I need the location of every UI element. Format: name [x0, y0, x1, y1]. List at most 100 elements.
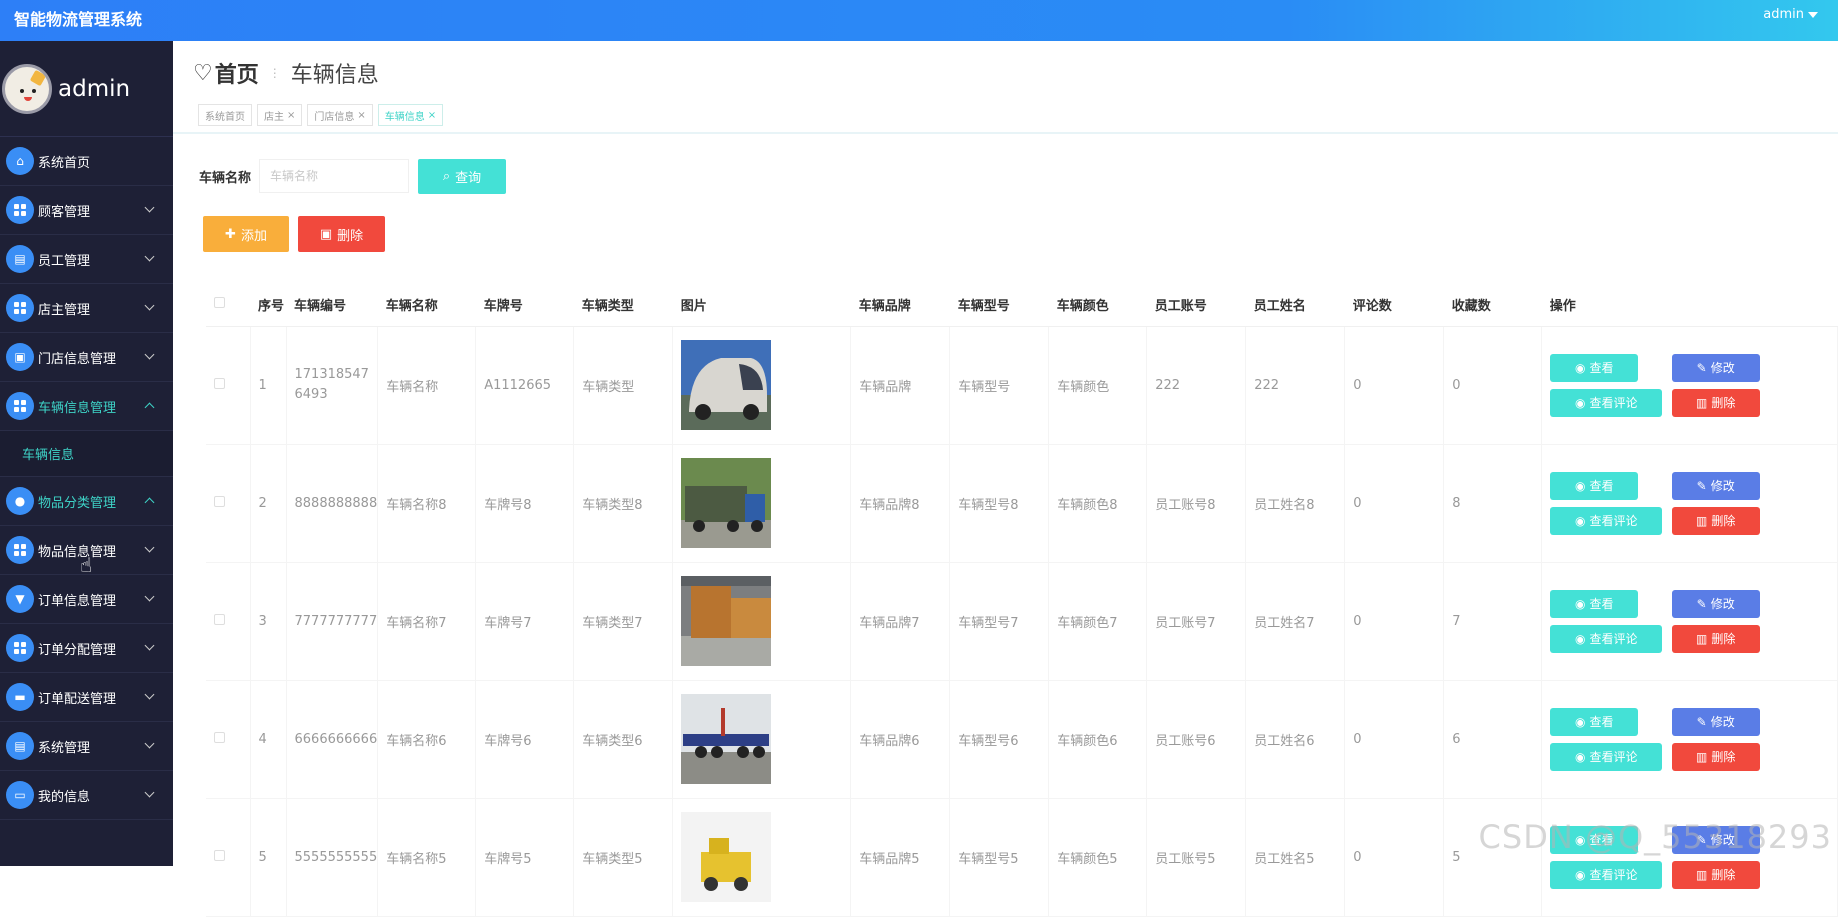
sidebar-item-home[interactable]: ⌂ 系统首页	[0, 137, 173, 186]
sidebar-item-item-categories[interactable]: ● 物品分类管理	[0, 477, 173, 526]
view-comments-label: 查看评论	[1589, 868, 1638, 882]
sidebar-item-my-info[interactable]: ▭ 我的信息	[0, 771, 173, 820]
column-header: 员工姓名	[1245, 284, 1345, 327]
sidebar-item-orders[interactable]: ▼ 订单信息管理	[0, 575, 173, 624]
sidebar-item-label: 系统首页	[38, 155, 91, 171]
cell-account: 员工账号6	[1146, 680, 1247, 799]
user-menu[interactable]: admin	[1763, 7, 1818, 22]
sidebar-item-stores[interactable]: ▣ 门店信息管理	[0, 333, 173, 382]
edit-button[interactable]: ✎ 修改	[1671, 353, 1760, 382]
sidebar-item-order-assign[interactable]: 订单分配管理	[0, 624, 173, 673]
cell-staff: 员工姓名7	[1245, 562, 1346, 681]
sidebar-item-order-delivery[interactable]: ▬ 订单配送管理	[0, 673, 173, 722]
edit-button-label: 修改	[1710, 597, 1735, 611]
vehicle-image[interactable]	[681, 576, 772, 666]
edit-button[interactable]: ✎ 修改	[1671, 471, 1760, 500]
delete-button[interactable]: ▥ 删除	[1671, 506, 1760, 535]
delete-button[interactable]: ▥ 删除	[1671, 624, 1760, 653]
vehicle-image[interactable]	[681, 812, 772, 902]
cell-color: 车辆颜色	[1048, 326, 1148, 445]
avatar[interactable]	[2, 63, 52, 114]
chevron-down-icon	[144, 497, 155, 508]
cell-account: 员工账号7	[1146, 562, 1247, 681]
view-comments-button[interactable]: ◉ 查看评论	[1550, 624, 1663, 653]
chevron-down-icon	[144, 202, 155, 213]
cell-staff: 222	[1245, 326, 1346, 445]
table-row: 5 5555555555 车辆名称5 车牌号5 车辆类型5 车辆品牌5 车辆型号…	[206, 798, 1838, 917]
search-button-label: 查询	[455, 171, 482, 186]
search-button[interactable]: ⌕ 查询	[418, 159, 506, 194]
cell-model: 车辆型号7	[949, 562, 1050, 681]
cell-account: 员工账号5	[1146, 798, 1247, 917]
search-input[interactable]	[259, 159, 409, 193]
add-button[interactable]: ✚ 添加	[203, 216, 289, 252]
tab-bar: 系统首页 店主 × 门店信息 × 车辆信息 ×	[198, 104, 444, 126]
sidebar-item-staff[interactable]: ▤ 员工管理	[0, 235, 173, 284]
tab-label: 门店信息	[314, 111, 355, 123]
cell-plate: 车牌号5	[475, 798, 575, 917]
delete-button-label: 删除	[1711, 396, 1736, 410]
delete-button[interactable]: ▥ 删除	[1671, 860, 1760, 889]
sidebar-item-label: 车辆信息管理	[38, 400, 117, 416]
close-icon[interactable]: ×	[428, 110, 436, 121]
tab-label: 店主	[264, 111, 284, 123]
row-checkbox[interactable]	[214, 377, 225, 389]
view-button[interactable]: ◉ 查看	[1550, 353, 1639, 382]
chevron-down-icon	[144, 787, 155, 798]
chevron-down-icon	[1808, 11, 1818, 18]
edit-button[interactable]: ✎ 修改	[1671, 707, 1760, 736]
edit-button[interactable]: ✎ 修改	[1671, 589, 1760, 618]
delete-button[interactable]: ▥ 删除	[1671, 742, 1760, 771]
grid-icon	[6, 196, 34, 224]
cell-color: 车辆颜色8	[1048, 444, 1148, 563]
cell-actions: ◉ 查看 ✎ 修改 ◉ 查看评论 ▥ 删除	[1541, 326, 1838, 445]
delete-icon: ▣	[319, 226, 333, 242]
sidebar-item-customers[interactable]: 顾客管理	[0, 186, 173, 235]
tab-vehicles[interactable]: 车辆信息 ×	[377, 104, 444, 126]
row-actions: ◉ 查看 ✎ 修改 ◉ 查看评论 ▥ 删除	[1550, 353, 1760, 417]
bulk-delete-button[interactable]: ▣ 删除	[298, 216, 385, 252]
select-all-checkbox[interactable]	[214, 297, 225, 309]
cell-type: 车辆类型	[573, 326, 674, 445]
tab-stores[interactable]: 门店信息 ×	[307, 104, 373, 126]
column-header: 评论数	[1344, 284, 1444, 327]
home-icon: ⌂	[6, 147, 34, 175]
avatar-eye	[32, 88, 36, 93]
close-icon[interactable]: ×	[287, 110, 295, 121]
clipboard-icon: ▤	[6, 732, 34, 760]
cell-plate: 车牌号8	[475, 444, 575, 563]
row-checkbox[interactable]	[214, 495, 225, 507]
tab-home[interactable]: 系统首页	[198, 104, 252, 126]
close-icon[interactable]: ×	[357, 110, 365, 121]
table-row: 1 1713185476493 车辆名称 A1112665 车辆类型 车辆品牌	[206, 326, 1838, 445]
tab-owners[interactable]: 店主 ×	[257, 104, 303, 126]
row-actions: ◉ 查看 ✎ 修改 ◉ 查看评论 ▥ 删除	[1550, 589, 1760, 653]
row-checkbox[interactable]	[214, 613, 225, 625]
vehicle-image[interactable]	[681, 694, 772, 784]
sidebar-item-owners[interactable]: 店主管理	[0, 284, 173, 333]
row-select-cell	[206, 444, 251, 563]
view-button[interactable]: ◉ 查看	[1550, 471, 1639, 500]
vehicle-image[interactable]	[681, 340, 772, 430]
cell-image	[672, 798, 852, 917]
row-checkbox[interactable]	[214, 731, 225, 743]
row-checkbox[interactable]	[214, 849, 225, 861]
vehicle-image[interactable]	[681, 458, 772, 548]
sidebar-item-vehicles[interactable]: 车辆信息管理	[0, 382, 173, 431]
view-button[interactable]: ◉ 查看	[1550, 707, 1639, 736]
grid-icon	[6, 536, 34, 564]
sidebar-item-system[interactable]: ▤ 系统管理	[0, 722, 173, 771]
cell-actions: ◉ 查看 ✎ 修改 ◉ 查看评论 ▥ 删除	[1541, 444, 1838, 563]
view-comments-button[interactable]: ◉ 查看评论	[1550, 506, 1663, 535]
view-comments-button[interactable]: ◉ 查看评论	[1550, 742, 1663, 771]
edit-button-label: 修改	[1710, 479, 1735, 493]
plus-icon: ✚	[225, 226, 236, 242]
edit-icon: ✎	[1696, 596, 1707, 611]
sidebar-subitem-vehicle-info[interactable]: 车辆信息	[0, 431, 173, 477]
view-comments-button[interactable]: ◉ 查看评论	[1550, 388, 1663, 417]
breadcrumb-home[interactable]: 首页	[215, 57, 259, 89]
view-comments-button[interactable]: ◉ 查看评论	[1550, 860, 1663, 889]
edit-icon: ✎	[1696, 714, 1707, 729]
delete-button[interactable]: ▥ 删除	[1671, 388, 1760, 417]
view-button[interactable]: ◉ 查看	[1550, 589, 1639, 618]
